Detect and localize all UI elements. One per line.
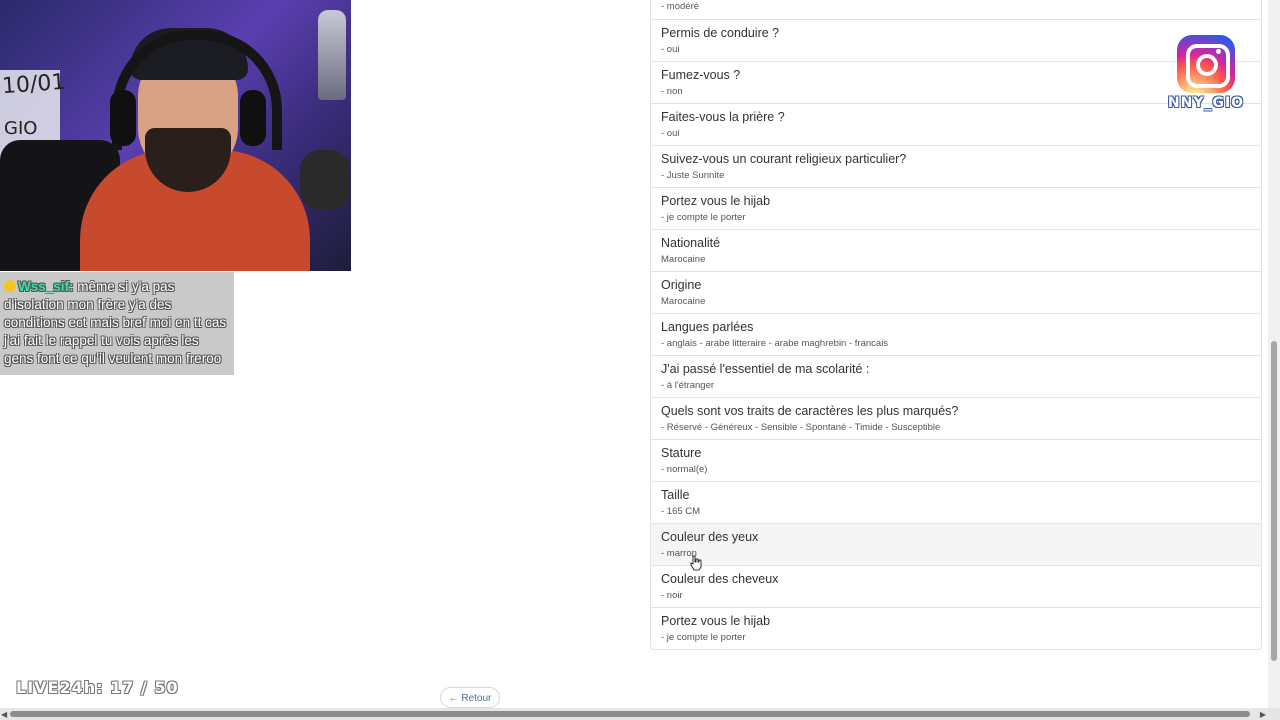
- back-button[interactable]: ← Retour: [440, 687, 500, 708]
- profile-item: Quels sont vos traits de caractères les …: [651, 397, 1261, 439]
- profile-question: Fumez-vous ?: [661, 68, 741, 82]
- profile-question: Origine: [661, 278, 702, 292]
- hand-cursor-icon: [690, 555, 702, 571]
- chat-message: Wss_sif: même si y'a pas d'isolation mon…: [0, 272, 234, 375]
- profile-item: - modéré: [651, 0, 1261, 19]
- scroll-right-icon[interactable]: ▶: [1260, 710, 1266, 719]
- profile-answer: - à l'étranger: [661, 380, 715, 391]
- smiley-emoji-icon: [4, 280, 16, 292]
- profile-question: Nationalité: [661, 236, 721, 250]
- profile-question: Permis de conduire ?: [661, 26, 780, 40]
- live-counter: LIVE24h: 17 / 50: [16, 678, 179, 697]
- profile-answer: - Juste Sunnite: [661, 170, 725, 181]
- chat-username: Wss_sif: [18, 279, 70, 294]
- chat-colon: :: [69, 279, 74, 294]
- vertical-scrollbar[interactable]: [1268, 0, 1280, 708]
- profile-question: Couleur des yeux: [661, 530, 759, 544]
- horizontal-scrollbar-thumb[interactable]: [10, 711, 1250, 717]
- shelf-sign-date: 10/01: [1, 69, 67, 100]
- profile-item: Couleur des cheveux - noir: [651, 565, 1261, 607]
- profile-item: Permis de conduire ? - oui: [651, 19, 1261, 61]
- profile-item: Langues parlées - anglais - arabe littera…: [651, 313, 1261, 355]
- scroll-left-icon[interactable]: ◀: [1, 710, 7, 719]
- headset-earcup-right: [240, 90, 266, 146]
- profile-answer: - noir: [661, 590, 683, 601]
- profile-question: Stature: [661, 446, 702, 460]
- profile-item: Portez vous le hijab - je compte le porte…: [651, 187, 1261, 229]
- profile-answer: - oui: [661, 44, 680, 55]
- profile-answer: - oui: [661, 128, 680, 139]
- shelf-sign-name: GIO: [4, 118, 38, 139]
- webcam-overlay: 10/01 GIO: [0, 0, 351, 271]
- profile-answer: Marocaine: [661, 254, 706, 265]
- microphone: [300, 150, 350, 210]
- profile-item: Taille - 165 CM: [651, 481, 1261, 523]
- instagram-icon: [1177, 35, 1235, 93]
- profile-answer: - non: [661, 86, 683, 97]
- profile-answer: Marocaine: [661, 296, 706, 307]
- instagram-handle: NNY_GIO: [1167, 95, 1245, 111]
- profile-answer: - je compte le porter: [661, 632, 746, 643]
- profile-answer: - 165 CM: [661, 506, 701, 517]
- vertical-scrollbar-thumb[interactable]: [1271, 341, 1277, 661]
- profile-answer: - Réservé - Généreux - Sensible - Sponta…: [661, 422, 941, 433]
- profile-item: Nationalité Marocaine: [651, 229, 1261, 271]
- profile-item: Stature - normal(e): [651, 439, 1261, 481]
- headset-earcup-left: [110, 90, 136, 146]
- profile-question: Suivez-vous un courant religieux particu…: [661, 152, 907, 166]
- profile-answer: - normal(e): [661, 464, 708, 475]
- profile-question: J'ai passé l'essentiel de ma scolarité :: [661, 362, 870, 376]
- profile-answer: - modéré: [661, 1, 700, 12]
- profile-question: Portez vous le hijab: [661, 614, 771, 628]
- profile-question: Couleur des cheveux: [661, 572, 779, 586]
- profile-answer: - je compte le porter: [661, 212, 746, 223]
- horizontal-scrollbar[interactable]: ◀ ▶: [0, 708, 1280, 720]
- profile-question: Taille: [661, 488, 690, 502]
- profile-item: Suivez-vous un courant religieux particu…: [651, 145, 1261, 187]
- profile-item: Couleur des yeux - marron: [651, 523, 1261, 565]
- profile-question: Portez vous le hijab: [661, 194, 771, 208]
- trophy: [318, 10, 346, 100]
- profile-answer: - anglais - arabe litteraire - arabe mag…: [661, 338, 889, 349]
- profile-question: Quels sont vos traits de caractères les …: [661, 404, 959, 418]
- profile-item: J'ai passé l'essentiel de ma scolarité :…: [651, 355, 1261, 397]
- profile-item: Origine Marocaine: [651, 271, 1261, 313]
- profile-item: Portez vous le hijab - je compte le porte…: [651, 607, 1261, 649]
- profile-question: Langues parlées: [661, 320, 754, 334]
- profile-question: Faites-vous la prière ?: [661, 110, 785, 124]
